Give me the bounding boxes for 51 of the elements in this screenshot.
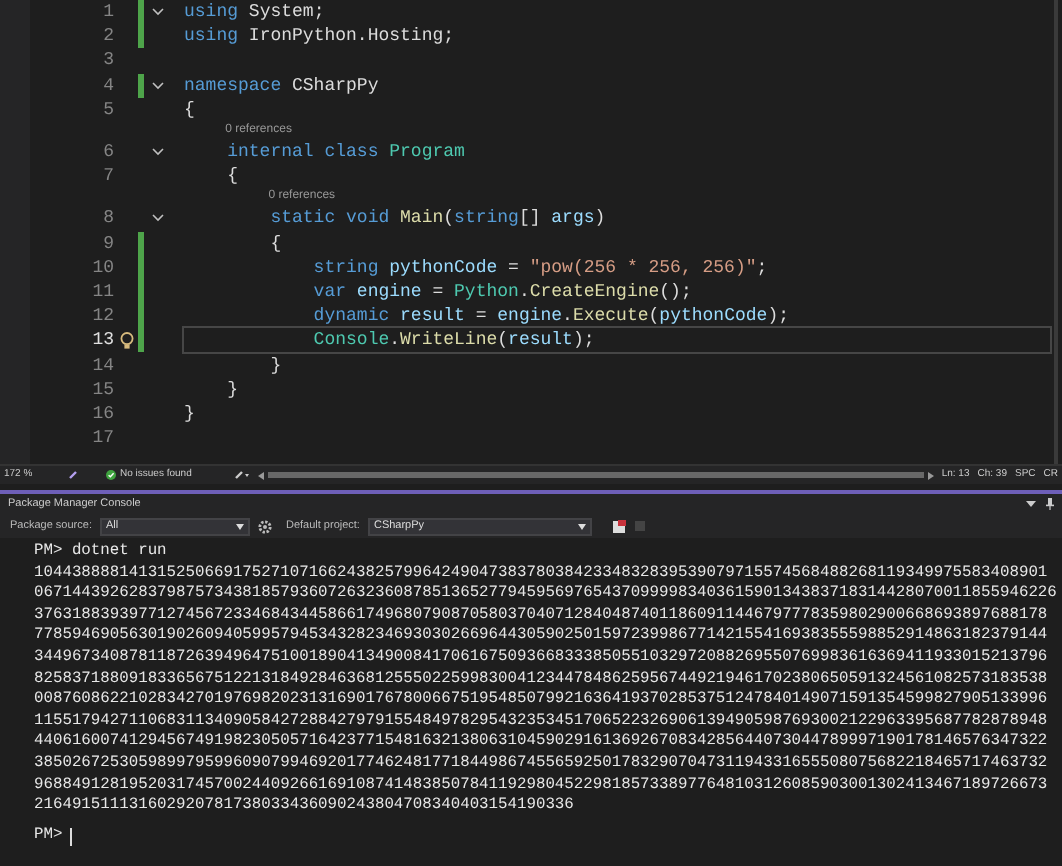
code-line: dynamic result = engine.Execute(pythonCode); [311, 304, 791, 329]
line-number: 11 [90, 281, 114, 302]
line-number: 4 [101, 75, 114, 96]
caret-icon[interactable] [235, 523, 244, 529]
line-number: 10 [90, 257, 114, 278]
collapse-icon[interactable] [152, 8, 164, 17]
brush-icon[interactable] [68, 470, 78, 480]
code-line: { [184, 97, 197, 122]
code-line: { [268, 231, 284, 256]
code-line: } [225, 377, 241, 402]
collapse-icon[interactable] [152, 214, 164, 223]
collapse-icon[interactable] [152, 148, 164, 157]
code-line: { [225, 164, 241, 189]
code-line: internal class Program [225, 140, 467, 165]
line-number: 14 [90, 355, 114, 376]
vertical-scrollbar[interactable] [1050, 0, 1062, 464]
line-number: 17 [90, 428, 114, 449]
dropdown-icon[interactable] [1026, 500, 1036, 508]
line-number: 7 [101, 166, 114, 187]
pin-icon[interactable] [1046, 498, 1054, 510]
code-line: using System; [184, 0, 327, 25]
line-number: 9 [101, 233, 114, 254]
collapse-icon[interactable] [152, 81, 164, 90]
line-number: 6 [101, 142, 114, 163]
line-number: 13 [90, 330, 114, 351]
line-number: 12 [90, 306, 114, 327]
line-number: 15 [90, 379, 114, 400]
line-number: 5 [101, 99, 114, 120]
code-line: static void Main(string[] args) [268, 206, 608, 231]
scroll-left-icon[interactable] [258, 471, 264, 479]
horizontal-scrollbar[interactable] [268, 472, 924, 478]
settings-icon[interactable] [257, 519, 272, 533]
line-number: 1 [101, 2, 114, 23]
line-number: 3 [101, 50, 114, 71]
code-line: Console.WriteLine(result); [184, 328, 1050, 353]
code-line: string pythonCode = "pow(256 * 256, 256)"; [311, 255, 770, 280]
clear-icon[interactable] [611, 519, 626, 533]
code-line: namespace CSharpPy [184, 73, 381, 98]
caret-icon[interactable] [577, 523, 586, 529]
scroll-right-icon[interactable] [927, 471, 934, 479]
code-line: using IronPython.Hosting; [184, 24, 457, 49]
line-number: 16 [90, 403, 114, 424]
brush-icon[interactable] [234, 470, 250, 480]
text-cursor [70, 827, 73, 846]
line-number: 2 [101, 26, 114, 47]
code-line: var engine = Python.CreateEngine(); [311, 279, 694, 304]
check-icon [106, 470, 116, 480]
lightbulb-icon[interactable] [119, 331, 133, 350]
code-line: } [184, 401, 197, 426]
line-number: 8 [101, 208, 114, 229]
code-line: } [268, 353, 284, 378]
